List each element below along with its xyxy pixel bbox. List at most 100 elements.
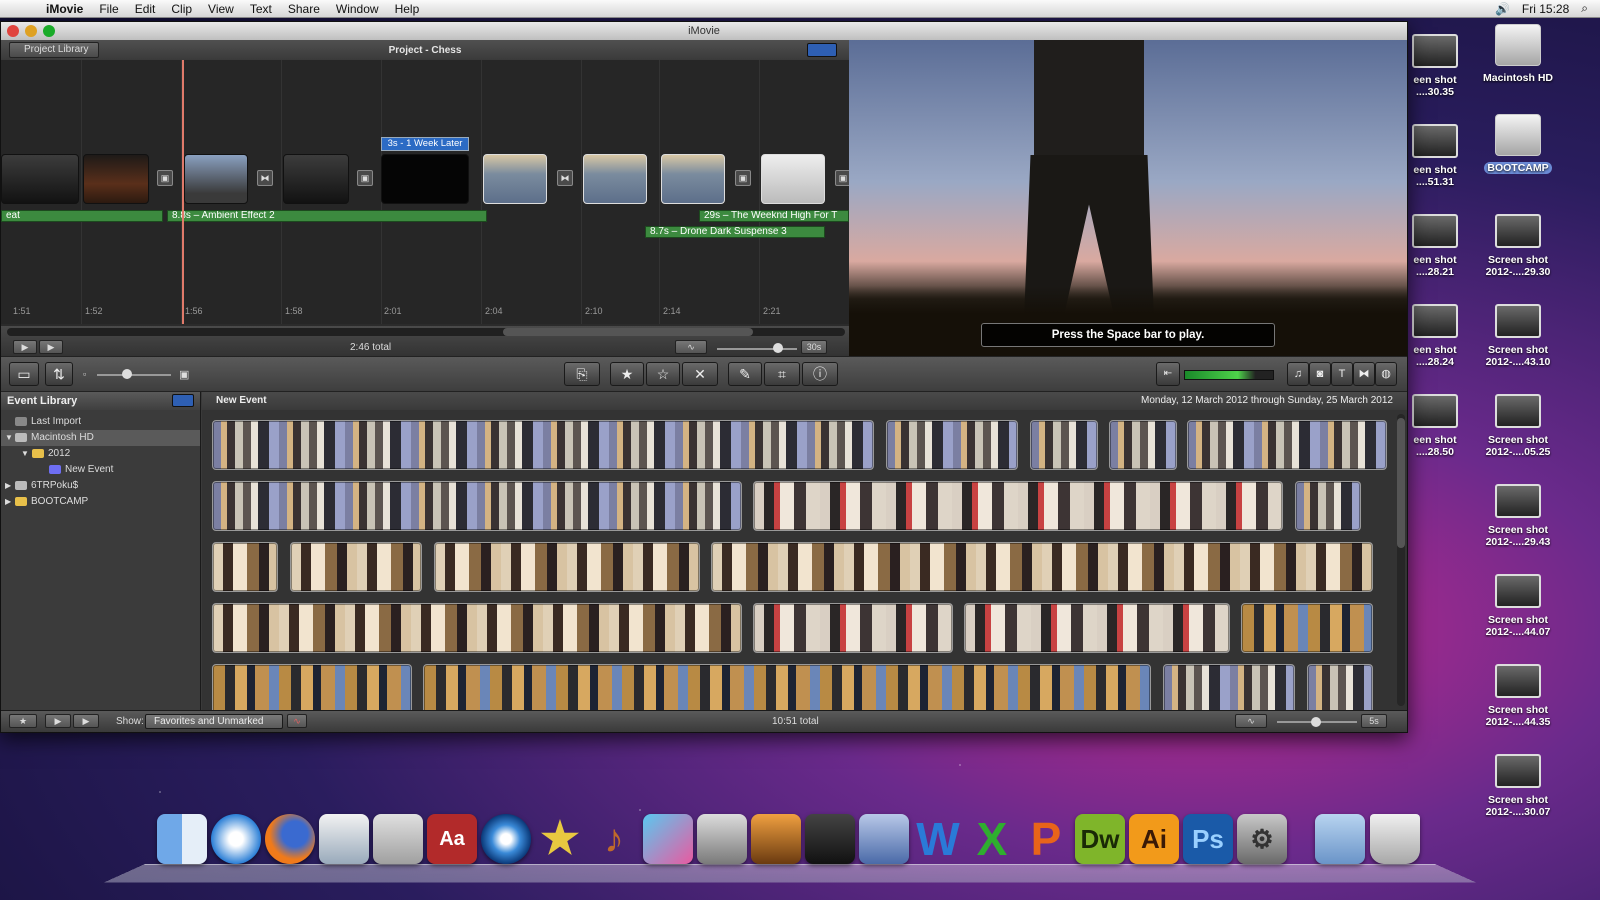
show-filter-select[interactable]: Favorites and Unmarked — [145, 714, 283, 729]
itunes-icon[interactable] — [643, 814, 693, 864]
play-event-icon[interactable]: ▶ — [73, 714, 99, 728]
menu-view[interactable]: View — [200, 2, 242, 16]
library-item-bootcamp[interactable]: ▶ BOOTCAMP — [1, 494, 200, 510]
desktop-screenshot-icon[interactable]: Screen shot 2012-....05.25 — [1475, 394, 1561, 458]
garageband-guitar-icon[interactable]: ♪ — [589, 814, 639, 864]
library-item-macintosh-hd[interactable]: ▼ Macintosh HD — [1, 430, 200, 446]
transition-icon[interactable]: ▣ — [357, 170, 373, 186]
photoshop-icon[interactable]: Ps — [1183, 814, 1233, 864]
play-fullscreen-icon[interactable]: ▶ — [13, 340, 37, 354]
event-clip-filmstrip[interactable] — [423, 664, 1151, 712]
project-timeline[interactable]: ▣ ⧓ ▣ 3s - 1 Week Later ⧓ ▣ ▣ eat 8.8s –… — [1, 60, 849, 324]
spotlight-icon[interactable]: ⌕ — [1581, 1, 1588, 16]
network-utility-icon[interactable] — [859, 814, 909, 864]
trash-icon[interactable] — [1370, 814, 1420, 864]
desktop-screenshot-icon[interactable]: Screen shot 2012-....44.35 — [1475, 664, 1561, 728]
illustrator-icon[interactable]: Ai — [1129, 814, 1179, 864]
play-project-icon[interactable]: ▶ — [39, 340, 63, 354]
desktop-screenshot-icon[interactable]: een shot ....28.50 — [1410, 394, 1460, 458]
desktop-screenshot-icon[interactable]: een shot ....28.24 — [1410, 304, 1460, 368]
dictionary-icon[interactable]: Aa — [427, 814, 477, 864]
firefox-icon[interactable] — [265, 814, 315, 864]
video-clip[interactable] — [483, 154, 547, 204]
event-clip-filmstrip[interactable] — [212, 664, 412, 712]
transition-icon[interactable]: ▣ — [835, 170, 849, 186]
keyword-tool-icon[interactable]: ✎ — [728, 362, 762, 386]
bootcamp-disk-icon[interactable]: BOOTCAMP — [1475, 114, 1561, 174]
event-clip-filmstrip[interactable] — [212, 603, 742, 653]
music-browser-icon[interactable]: ♫ — [1287, 362, 1309, 386]
documents-folder-icon[interactable] — [1315, 814, 1365, 864]
menu-app[interactable]: iMovie — [38, 2, 91, 16]
menu-window[interactable]: Window — [328, 2, 387, 16]
volume-icon[interactable]: 🔊 — [1495, 2, 1510, 16]
favorite-star-icon[interactable]: ★ — [610, 362, 644, 386]
event-clip-filmstrip[interactable] — [1307, 664, 1373, 712]
desktop-screenshot-icon[interactable]: een shot ....30.35 — [1410, 34, 1460, 98]
system-preferences-gear-icon[interactable]: ⚙ — [1237, 814, 1287, 864]
library-item-6trpoku[interactable]: ▶ 6TRPoku$ — [1, 478, 200, 494]
safari-icon[interactable] — [211, 814, 261, 864]
layout-toggle-button[interactable] — [807, 43, 837, 57]
playhead[interactable] — [182, 60, 184, 324]
menu-share[interactable]: Share — [280, 2, 328, 16]
waveform-icon[interactable]: ∿ — [287, 714, 307, 728]
disclosure-triangle-icon[interactable]: ▶ — [5, 478, 11, 494]
calculator-icon[interactable] — [373, 814, 423, 864]
swap-panes-icon[interactable]: ⇅ — [45, 362, 73, 386]
transition-icon[interactable]: ▣ — [735, 170, 751, 186]
event-browser-scrollbar[interactable] — [1397, 414, 1405, 706]
event-clip-filmstrip[interactable] — [290, 542, 422, 592]
video-clip[interactable] — [283, 154, 349, 204]
desktop-screenshot-icon[interactable]: Screen shot 2012-....29.30 — [1475, 214, 1561, 278]
desktop-screenshot-icon[interactable]: Screen shot 2012-....44.07 — [1475, 574, 1561, 638]
event-clip-filmstrip[interactable] — [1163, 664, 1295, 712]
preview-viewer[interactable]: Press the Space bar to play. — [849, 40, 1407, 356]
zoom-slider-knob[interactable] — [773, 343, 783, 353]
add-to-project-icon[interactable]: ⎘ — [564, 362, 600, 386]
transition-icon[interactable]: ⧓ — [557, 170, 573, 186]
desktop-screenshot-icon[interactable]: Screen shot 2012-....30.07 — [1475, 754, 1561, 818]
disclosure-triangle-icon[interactable]: ▼ — [5, 430, 13, 446]
timeline-scrollbar[interactable] — [7, 328, 845, 336]
minimize-window-button[interactable] — [25, 25, 37, 37]
scrollbar-thumb[interactable] — [503, 328, 753, 336]
event-clip-filmstrip[interactable] — [212, 420, 874, 470]
event-clip-filmstrip[interactable] — [886, 420, 1018, 470]
event-clip-filmstrip[interactable] — [1109, 420, 1177, 470]
filmstrip-zoom-knob[interactable] — [1311, 717, 1321, 727]
close-window-button[interactable] — [7, 25, 19, 37]
migration-assistant-icon[interactable] — [751, 814, 801, 864]
inspector-icon[interactable]: ⓘ — [802, 362, 838, 386]
event-clip-filmstrip[interactable] — [964, 603, 1230, 653]
menu-help[interactable]: Help — [387, 2, 428, 16]
macintosh-hd-icon[interactable]: Macintosh HD — [1475, 24, 1561, 84]
menu-clip[interactable]: Clip — [163, 2, 200, 16]
audio-clip[interactable]: 8.7s – Drone Dark Suspense 3 — [645, 226, 825, 238]
finder-icon[interactable] — [157, 814, 207, 864]
video-clip[interactable] — [761, 154, 825, 204]
event-clip-filmstrip[interactable] — [753, 481, 1283, 531]
video-clip[interactable] — [583, 154, 647, 204]
library-toggle-button[interactable] — [172, 394, 194, 407]
scrollbar-thumb[interactable] — [1397, 418, 1405, 548]
menu-text[interactable]: Text — [242, 2, 280, 16]
desktop-screenshot-icon[interactable]: een shot ....51.31 — [1410, 124, 1460, 188]
crop-tool-icon[interactable]: ⌗ — [764, 362, 800, 386]
titles-browser-icon[interactable]: T — [1331, 362, 1353, 386]
menu-file[interactable]: File — [91, 2, 126, 16]
transition-icon[interactable]: ▣ — [157, 170, 173, 186]
zoom-slider[interactable] — [717, 348, 797, 350]
photo-browser-icon[interactable]: ◙ — [1309, 362, 1331, 386]
title-clip-label[interactable]: 3s - 1 Week Later — [381, 137, 469, 151]
thumbnail-size-knob[interactable] — [122, 369, 132, 379]
excel-icon[interactable]: X — [967, 814, 1017, 864]
event-clip-filmstrip[interactable] — [1241, 603, 1373, 653]
imovie-star-icon[interactable]: ★ — [535, 814, 585, 864]
play-event-fullscreen-icon[interactable]: ▶ — [45, 714, 71, 728]
audio-meter-icon[interactable]: ⇤ — [1156, 362, 1180, 386]
desktop-screenshot-icon[interactable]: Screen shot 2012-....43.10 — [1475, 304, 1561, 368]
audio-clip[interactable]: 29s – The Weeknd High For T — [699, 210, 849, 222]
disclosure-triangle-icon[interactable]: ▶ — [5, 494, 11, 510]
video-clip[interactable] — [661, 154, 725, 204]
